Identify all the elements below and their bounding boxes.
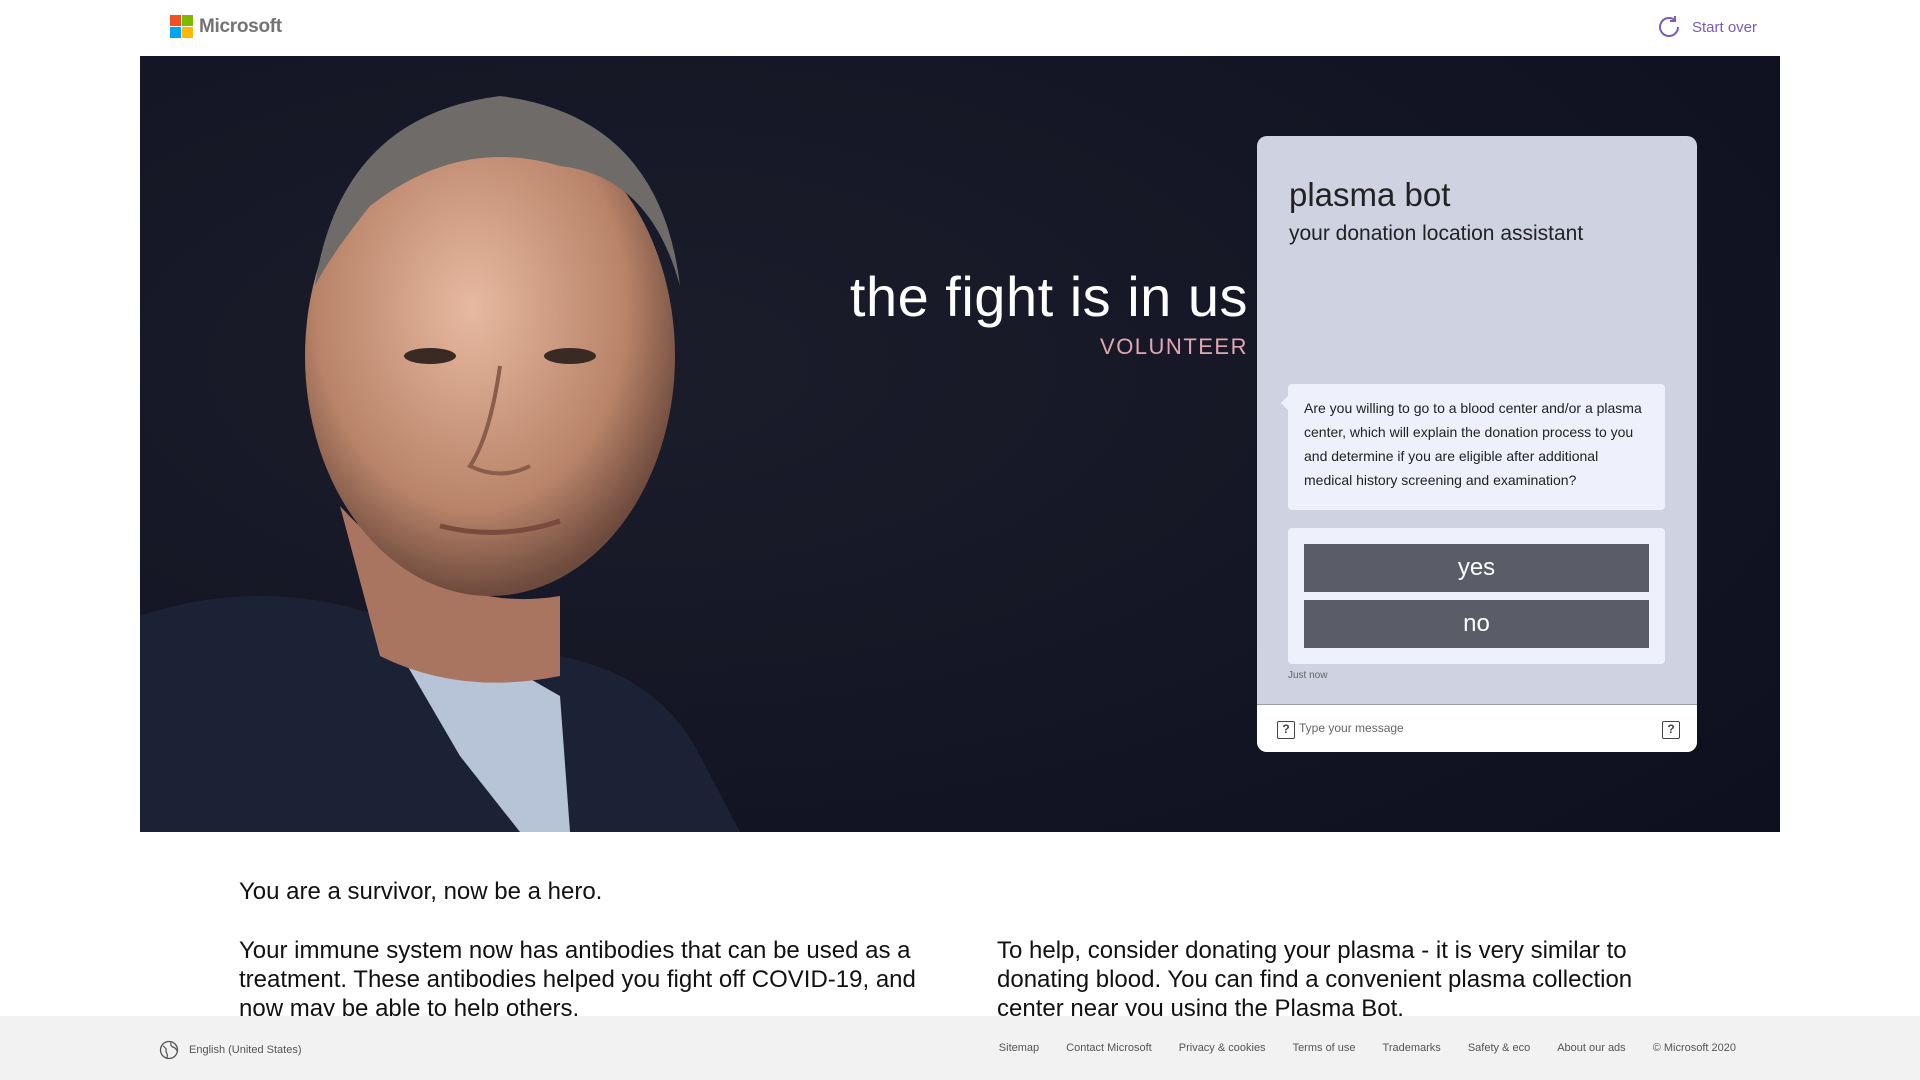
footer-link-privacy[interactable]: Privacy & cookies [1179,1042,1266,1054]
footer-copyright: © Microsoft 2020 [1652,1042,1736,1054]
send-icon[interactable]: ? [1662,721,1680,739]
upload-icon[interactable]: ? [1277,721,1295,739]
bot-message-bubble: Are you willing to go to a blood center … [1281,384,1665,510]
locale-selector[interactable]: English (United States) [159,1040,302,1060]
footer-links: Sitemap Contact Microsoft Privacy & cook… [999,1042,1736,1054]
left-paragraph: Your immune system now has antibodies th… [239,937,916,1022]
start-over-label: Start over [1691,18,1757,36]
microsoft-logo-icon [170,15,193,38]
start-over-button[interactable]: Start over [1656,14,1757,40]
footer-link-terms[interactable]: Terms of use [1293,1042,1356,1054]
no-button[interactable]: no [1304,600,1649,648]
brand-name: Microsoft [199,15,282,37]
footer-link-contact[interactable]: Contact Microsoft [1066,1042,1152,1054]
bot-input-bar: ? ? [1257,704,1697,752]
footer-link-trademarks[interactable]: Trademarks [1383,1042,1441,1054]
plasma-bot-card: plasma bot your donation location assist… [1257,136,1697,752]
bot-subtitle: your donation location assistant [1289,222,1584,245]
refresh-icon [1656,14,1682,40]
message-input[interactable] [1299,715,1639,741]
hero-subtitle: VOLUNTEER [1100,333,1248,359]
footer-link-sitemap[interactable]: Sitemap [999,1042,1039,1054]
intro-text: You are a survivor, now be a hero. [239,878,603,905]
microsoft-logo[interactable]: Microsoft [170,15,282,38]
locale-label: English (United States) [189,1044,302,1056]
footer-link-ads[interactable]: About our ads [1557,1042,1626,1054]
yes-button[interactable]: yes [1304,544,1649,592]
footer-link-safety[interactable]: Safety & eco [1468,1042,1530,1054]
right-paragraph: To help, consider donating your plasma -… [997,937,1633,1022]
site-header: Microsoft Start over [0,0,1920,56]
hero-title: the fight is in us [849,265,1248,328]
globe-icon [159,1040,179,1060]
message-timestamp: Just now [1288,670,1328,681]
site-footer: English (United States) Sitemap Contact … [0,1016,1920,1080]
bot-suggested-actions: yes no [1288,528,1665,664]
hero-headline: the fight is in us VOLUNTEER [700,266,1248,360]
bot-title: plasma bot [1289,176,1451,213]
bot-message-text: Are you willing to go to a blood center … [1304,400,1642,488]
